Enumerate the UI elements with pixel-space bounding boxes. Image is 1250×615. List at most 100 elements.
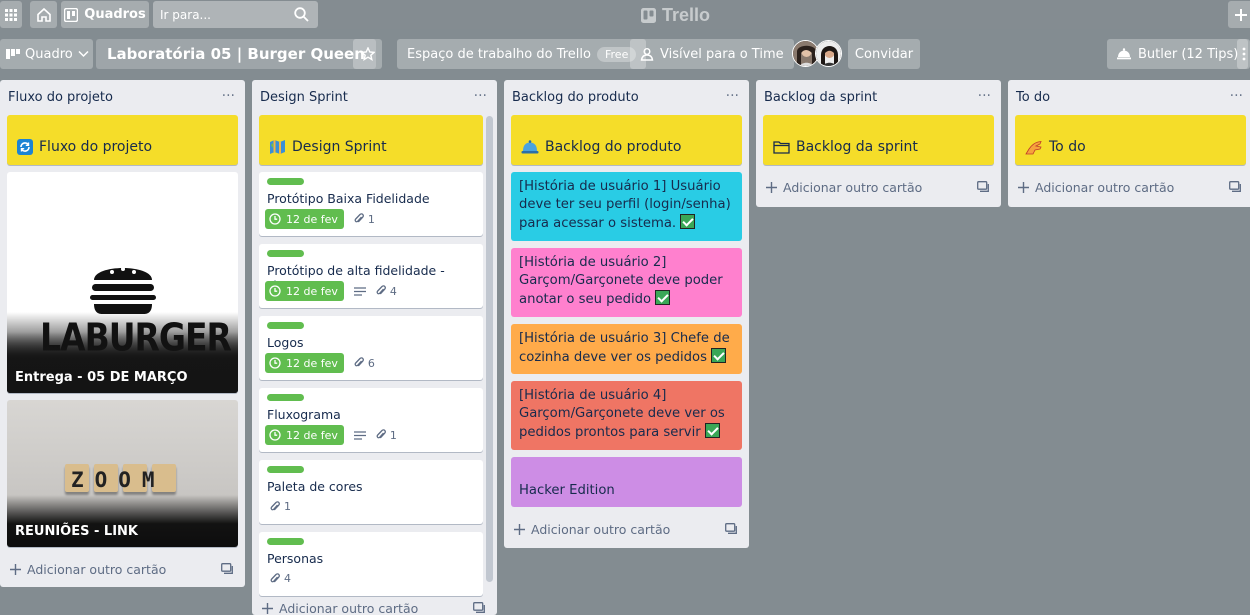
story-card-2[interactable]: [História de usuário 2] Garçom/Garçonete… bbox=[511, 248, 742, 317]
more-icon bbox=[1242, 47, 1245, 61]
card-prototipo-baixa[interactable]: Protótipo Baixa Fidelidade 12 de fev 1 bbox=[259, 172, 483, 236]
list-title[interactable]: Design Sprint bbox=[260, 90, 348, 105]
invite-button[interactable]: Convidar bbox=[848, 39, 920, 69]
workspace-button[interactable]: Espaço de trabalho do Trello Free bbox=[397, 39, 647, 69]
card-personas[interactable]: Personas 4 bbox=[259, 532, 483, 596]
butler-icon bbox=[1117, 48, 1131, 60]
due-date-badge[interactable]: 12 de fev bbox=[265, 353, 344, 373]
home-button[interactable] bbox=[30, 1, 57, 28]
check-mark-icon bbox=[704, 423, 720, 438]
header-card[interactable]: To do bbox=[1015, 115, 1246, 165]
plus-icon bbox=[1018, 182, 1029, 193]
attachment-badge: 4 bbox=[376, 285, 397, 298]
cover-card-label: Entrega - 05 DE MARÇO bbox=[15, 370, 188, 385]
cover-card-label: REUNIÕES - LINK bbox=[15, 524, 138, 539]
list-to-do: To do ··· To do Adicionar outro cartão bbox=[1008, 80, 1250, 207]
boards-icon bbox=[64, 7, 79, 22]
add-card-label: Adicionar outro cartão bbox=[783, 180, 923, 195]
list-menu-icon[interactable]: ··· bbox=[222, 88, 235, 104]
visibility-label: Visível para o Time bbox=[660, 46, 784, 62]
list-menu-icon[interactable]: ··· bbox=[726, 88, 739, 104]
card-logos[interactable]: Logos 12 de fev 6 bbox=[259, 316, 483, 380]
card-fluxograma[interactable]: Fluxograma 12 de fev 1 bbox=[259, 388, 483, 452]
list-menu-icon[interactable]: ··· bbox=[978, 88, 991, 104]
story-card-hacker-edition[interactable]: Hacker Edition bbox=[511, 457, 742, 507]
attachment-badge: 1 bbox=[354, 213, 375, 226]
header-card[interactable]: Fluxo do projeto bbox=[7, 115, 238, 165]
cover-shade bbox=[7, 495, 238, 547]
story-card-4[interactable]: [História de usuário 4] Garçom/Garçonete… bbox=[511, 381, 742, 450]
clock-icon bbox=[269, 213, 281, 225]
list-title[interactable]: To do bbox=[1016, 90, 1050, 105]
plus-icon bbox=[1235, 8, 1247, 21]
list-title[interactable]: Fluxo do projeto bbox=[8, 90, 113, 105]
create-button[interactable] bbox=[1228, 1, 1250, 28]
board-view-icon bbox=[6, 49, 20, 59]
view-switcher-button[interactable]: Quadro bbox=[0, 39, 93, 69]
attachment-badge: 1 bbox=[376, 429, 397, 442]
card-template-icon[interactable] bbox=[725, 523, 737, 534]
due-date-badge[interactable]: 12 de fev bbox=[265, 209, 344, 229]
green-label[interactable] bbox=[267, 178, 304, 185]
green-label[interactable] bbox=[267, 250, 304, 257]
story-card-1[interactable]: [História de usuário 1] Usuário deve ter… bbox=[511, 172, 742, 241]
card-template-icon[interactable] bbox=[221, 563, 233, 574]
add-card-button[interactable]: Adicionar outro cartão bbox=[1018, 180, 1174, 195]
logo-text: Trello bbox=[662, 4, 711, 25]
card-title: Backlog da sprint bbox=[796, 139, 918, 155]
header-card[interactable]: Design Sprint bbox=[259, 115, 483, 165]
due-date-badge[interactable]: 12 de fev bbox=[265, 281, 344, 301]
paperclip-icon bbox=[354, 213, 364, 223]
green-label[interactable] bbox=[267, 322, 304, 329]
card-title: Fluxograma bbox=[267, 407, 341, 422]
clock-icon bbox=[269, 357, 281, 369]
home-icon bbox=[36, 7, 51, 22]
team-icon bbox=[640, 48, 654, 61]
board-title[interactable]: Laboratória 05 | Burger Queen bbox=[96, 39, 376, 69]
card-title: Logos bbox=[267, 335, 304, 350]
cover-card-laburger[interactable]: LABURGER Entrega - 05 DE MARÇO bbox=[7, 172, 238, 393]
add-card-button[interactable]: Adicionar outro cartão bbox=[766, 180, 922, 195]
attachment-badge: 4 bbox=[270, 572, 291, 585]
list-title[interactable]: Backlog do produto bbox=[512, 90, 639, 105]
due-date-badge[interactable]: 12 de fev bbox=[265, 425, 344, 445]
zoom-logo-text: ZOOM bbox=[71, 468, 166, 492]
boards-button[interactable]: Quadros bbox=[61, 1, 149, 28]
card-template-icon[interactable] bbox=[977, 181, 989, 192]
apps-icon[interactable] bbox=[0, 1, 22, 28]
show-menu-button[interactable] bbox=[1237, 39, 1250, 69]
hand-emoji-icon bbox=[1025, 140, 1042, 154]
add-card-button[interactable]: Adicionar outro cartão bbox=[10, 562, 166, 577]
list-menu-icon[interactable]: ··· bbox=[474, 88, 487, 104]
add-card-label: Adicionar outro cartão bbox=[27, 562, 167, 577]
attachment-badge: 6 bbox=[354, 357, 375, 370]
add-card-button[interactable]: Adicionar outro cartão bbox=[514, 522, 670, 537]
cover-card-zoom[interactable]: ZOOM REUNIÕES - LINK bbox=[7, 400, 238, 547]
add-card-button[interactable]: Adicionar outro cartão bbox=[262, 601, 418, 615]
header-card[interactable]: Backlog da sprint bbox=[763, 115, 994, 165]
header-card[interactable]: Backlog do produto bbox=[511, 115, 742, 165]
workspace-label: Espaço de trabalho do Trello bbox=[407, 46, 591, 62]
search-icon[interactable] bbox=[294, 7, 309, 22]
card-paleta-de-cores[interactable]: Paleta de cores 1 bbox=[259, 460, 483, 524]
star-button[interactable] bbox=[353, 39, 382, 69]
list-scrollbar[interactable] bbox=[486, 116, 493, 582]
list-title[interactable]: Backlog da sprint bbox=[764, 90, 877, 105]
burger-icon bbox=[90, 267, 156, 314]
paperclip-icon bbox=[270, 572, 280, 582]
card-prototipo-alta[interactable]: Protótipo de alta fidelidade - Figma 12 … bbox=[259, 244, 483, 308]
green-label[interactable] bbox=[267, 538, 304, 545]
clock-icon bbox=[269, 285, 281, 297]
member-avatar[interactable] bbox=[815, 40, 842, 67]
card-template-icon[interactable] bbox=[1229, 181, 1241, 192]
green-label[interactable] bbox=[267, 394, 304, 401]
card-template-icon[interactable] bbox=[473, 602, 485, 613]
list-menu-icon[interactable]: ··· bbox=[1230, 88, 1243, 104]
refresh-emoji-icon bbox=[17, 139, 33, 155]
view-label: Quadro bbox=[25, 46, 73, 62]
green-label[interactable] bbox=[267, 466, 304, 473]
visibility-button[interactable]: Visível para o Time bbox=[630, 39, 794, 69]
trello-logo[interactable]: Trello bbox=[641, 4, 710, 26]
butler-button[interactable]: Butler (12 Tips) bbox=[1107, 39, 1249, 69]
story-card-3[interactable]: [História de usuário 3] Chefe de cozinha… bbox=[511, 324, 742, 374]
